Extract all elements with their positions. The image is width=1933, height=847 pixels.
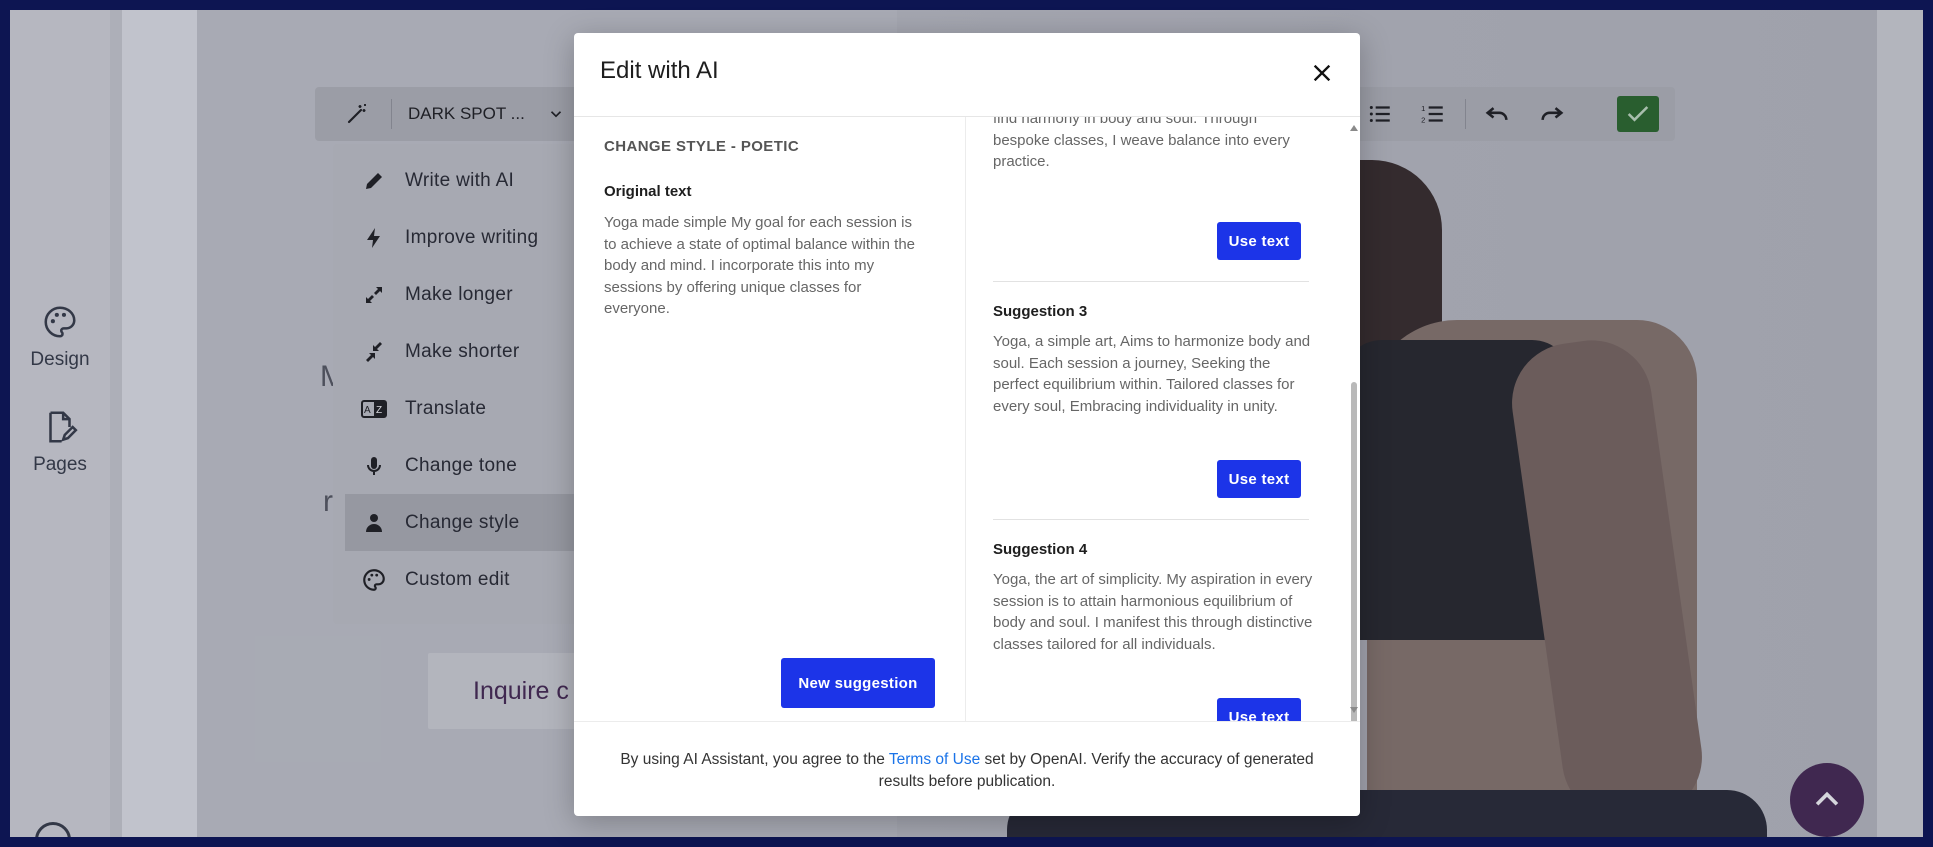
edit-with-ai-dialog: Edit with AI CHANGE STYLE - POETIC Origi…	[574, 33, 1360, 816]
suggestion-text: Yoga, a simple art, Aims to harmonize bo…	[993, 333, 1311, 415]
original-text: Yoga made simple My goal for each sessio…	[604, 214, 916, 317]
dialog-title: Edit with AI	[600, 57, 719, 84]
terms-of-use-link[interactable]: Terms of Use	[889, 751, 980, 768]
suggestion-text: Yoga, the art of simplicity. My aspirati…	[993, 571, 1313, 653]
style-heading: CHANGE STYLE - POETIC	[604, 138, 800, 155]
dialog-header: Edit with AI	[574, 33, 1360, 117]
suggestion-text: find harmony in body and soul. Through b…	[993, 117, 1290, 170]
scrollbar-thumb[interactable]	[1351, 382, 1357, 721]
new-suggestion-button[interactable]: New suggestion	[781, 658, 935, 708]
original-text-panel: CHANGE STYLE - POETIC Original text Yoga…	[574, 117, 966, 721]
suggestion-divider	[993, 281, 1309, 282]
use-text-button[interactable]: Use text	[1217, 698, 1301, 721]
scroll-up-arrow-icon[interactable]	[1350, 125, 1358, 131]
scroll-down-arrow-icon[interactable]	[1350, 707, 1358, 713]
footer-text-prefix: By using AI Assistant, you agree to the	[620, 751, 889, 768]
close-icon	[1313, 64, 1331, 82]
close-button[interactable]	[1308, 59, 1336, 87]
suggestions-scrollbar[interactable]	[1348, 117, 1360, 721]
suggestion-title: Suggestion 3	[993, 303, 1088, 320]
dialog-footer: By using AI Assistant, you agree to the …	[574, 721, 1360, 816]
suggestion-title: Suggestion 4	[993, 541, 1088, 558]
use-text-button[interactable]: Use text	[1217, 222, 1301, 260]
use-text-button[interactable]: Use text	[1217, 460, 1301, 498]
suggestions-panel[interactable]: find harmony in body and soul. Through b…	[967, 117, 1360, 721]
original-text-label: Original text	[604, 183, 692, 200]
suggestion-divider	[993, 519, 1309, 520]
